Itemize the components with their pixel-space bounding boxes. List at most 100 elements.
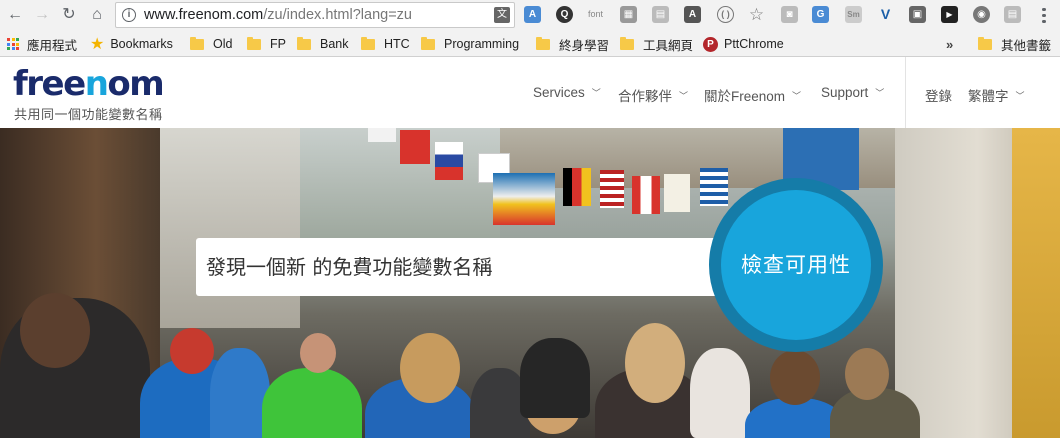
nav-label: 關於Freenom — [704, 89, 786, 104]
crowd-image — [520, 338, 590, 418]
bookmarks-bar: 應用程式 ★ Bookmarks Old FP Bank HTC Program… — [0, 30, 1060, 57]
back-arrow-icon[interactable]: ← — [4, 4, 26, 26]
freenom-logo[interactable]: freenom — [13, 64, 165, 104]
bookmark-label: 其他書籤 — [1001, 38, 1052, 53]
smart-icon[interactable]: Sm — [845, 6, 862, 23]
chevron-down-icon: ﹀ — [875, 88, 885, 98]
bookmark-label: Bookmarks — [110, 37, 173, 51]
nav-label: Support — [821, 85, 869, 100]
bookmark-fp[interactable]: FP — [247, 35, 286, 53]
nav-about[interactable]: 關於Freenom ﹀ — [704, 85, 801, 105]
tagline: 共用同一個功能變數名稱 — [14, 107, 163, 122]
forward-arrow-icon[interactable]: → — [31, 4, 53, 26]
bookmark-programming[interactable]: Programming — [421, 35, 519, 53]
site-header: freenom 共用同一個功能變數名稱 Services ﹀ 合作夥伴 ﹀ 關於Fr… — [0, 57, 1060, 128]
bookmark-label: 終身學習 — [559, 38, 610, 53]
language-label: 繁體字 — [968, 89, 1009, 104]
google-translate-icon[interactable]: G — [812, 6, 829, 23]
bookmark-pttchrome[interactable]: P PttChrome — [703, 35, 784, 53]
address-bar[interactable]: i www.freenom.com/zu/index.html?lang=zu … — [115, 2, 515, 28]
url-host: www.freenom.com — [144, 7, 264, 23]
a-icon[interactable]: A — [684, 6, 701, 23]
domain-search-input[interactable] — [196, 238, 736, 296]
note-icon[interactable]: ▤ — [652, 6, 669, 23]
crowd-image — [845, 348, 889, 400]
crowd-image — [690, 348, 750, 438]
info-icon[interactable]: i — [122, 8, 136, 22]
qr-icon[interactable]: ▦ — [620, 6, 637, 23]
nav-services[interactable]: Services ﹀ — [533, 85, 601, 100]
folder-icon — [620, 36, 634, 50]
chevron-down-icon: ﹀ — [679, 90, 689, 101]
login-label: 登錄 — [925, 89, 952, 104]
bookmark-htc[interactable]: HTC — [361, 35, 410, 53]
crowd-image — [400, 333, 460, 403]
folder-icon — [190, 36, 204, 50]
globe-icon[interactable]: ◉ — [973, 6, 990, 23]
star-icon: ★ — [90, 36, 105, 53]
flag-image — [435, 142, 463, 180]
evernote-icon[interactable]: Q — [556, 6, 573, 23]
bookmark-lifelong-learning[interactable]: 終身學習 — [536, 35, 609, 53]
nav-label: Services — [533, 85, 585, 100]
bookmark-label: PttChrome — [724, 37, 784, 51]
crowd-image — [770, 350, 820, 405]
crowd-image — [262, 368, 362, 438]
nav-support[interactable]: Support ﹀ — [821, 85, 884, 100]
flag-image — [400, 130, 430, 164]
folder-icon — [361, 36, 375, 50]
bookmark-other[interactable]: 其他書籤 — [978, 35, 1051, 53]
crowd-image — [20, 293, 90, 368]
logo-part: om — [107, 64, 164, 104]
login-link[interactable]: 登錄 — [925, 85, 952, 105]
flag-image — [368, 128, 396, 142]
menu-kebab-icon[interactable] — [1036, 5, 1052, 25]
building-image — [160, 128, 300, 328]
bookmark-bookmarks[interactable]: ★ Bookmarks — [90, 35, 173, 53]
font-icon[interactable]: font — [587, 6, 604, 23]
bookmark-label: Bank — [320, 37, 349, 51]
crowd-image — [300, 333, 336, 373]
url-path: /zu/index.html?lang=zu — [263, 7, 412, 23]
sync-icon[interactable]: ( ) — [717, 6, 734, 23]
flag-image — [563, 168, 591, 206]
flag-image — [664, 174, 690, 212]
youtube-icon[interactable]: ▶ — [941, 6, 958, 23]
apps-shortcut[interactable]: 應用程式 — [7, 35, 77, 53]
browser-toolbar: ← → ↻ ⌂ i www.freenom.com/zu/index.html?… — [0, 0, 1060, 30]
logo-part: free — [13, 64, 86, 104]
reload-icon[interactable]: ↻ — [58, 4, 80, 26]
folder-icon — [536, 36, 550, 50]
bookmark-star-icon[interactable]: ☆ — [748, 6, 765, 23]
chevron-down-icon: ﹀ — [1015, 90, 1025, 101]
extension-icon[interactable]: ▤ — [1004, 6, 1021, 23]
bookmarks-overflow-chevron-icon[interactable]: » — [946, 35, 953, 53]
yellow-wall-image — [1012, 128, 1060, 438]
bookmark-tool-pages[interactable]: 工具網頁 — [620, 35, 693, 53]
bookmark-old[interactable]: Old — [190, 35, 232, 53]
check-availability-button[interactable]: 檢查可用性 — [721, 190, 871, 340]
bookmark-label: 工具網頁 — [643, 38, 694, 53]
flag-image — [632, 176, 660, 214]
home-icon[interactable]: ⌂ — [86, 4, 108, 26]
chevron-down-icon: ﹀ — [591, 88, 601, 98]
chevron-down-icon: ﹀ — [792, 90, 802, 101]
flag-image — [600, 170, 624, 208]
domain-search-box — [196, 238, 736, 296]
camera-icon[interactable]: ◙ — [781, 6, 798, 23]
tile-icon[interactable]: ▣ — [909, 6, 926, 23]
translate-extension-icon[interactable]: A — [524, 6, 541, 23]
bookmark-label: Old — [213, 37, 233, 51]
translate-page-icon[interactable]: 文 — [494, 7, 510, 23]
crowd-image — [170, 328, 214, 374]
url-text[interactable]: www.freenom.com/zu/index.html?lang=zu — [144, 7, 412, 23]
pttchrome-icon: P — [703, 36, 718, 52]
language-selector[interactable]: 繁體字 ﹀ — [968, 85, 1025, 105]
nav-partners[interactable]: 合作夥伴 ﹀ — [618, 85, 688, 105]
bookmark-bank[interactable]: Bank — [297, 35, 349, 53]
folder-icon — [978, 36, 992, 50]
hero-banner: 檢查可用性 — [0, 128, 1060, 438]
apps-label: 應用程式 — [27, 38, 78, 53]
bookmark-label: HTC — [384, 37, 410, 51]
v-icon[interactable]: V — [877, 6, 894, 23]
